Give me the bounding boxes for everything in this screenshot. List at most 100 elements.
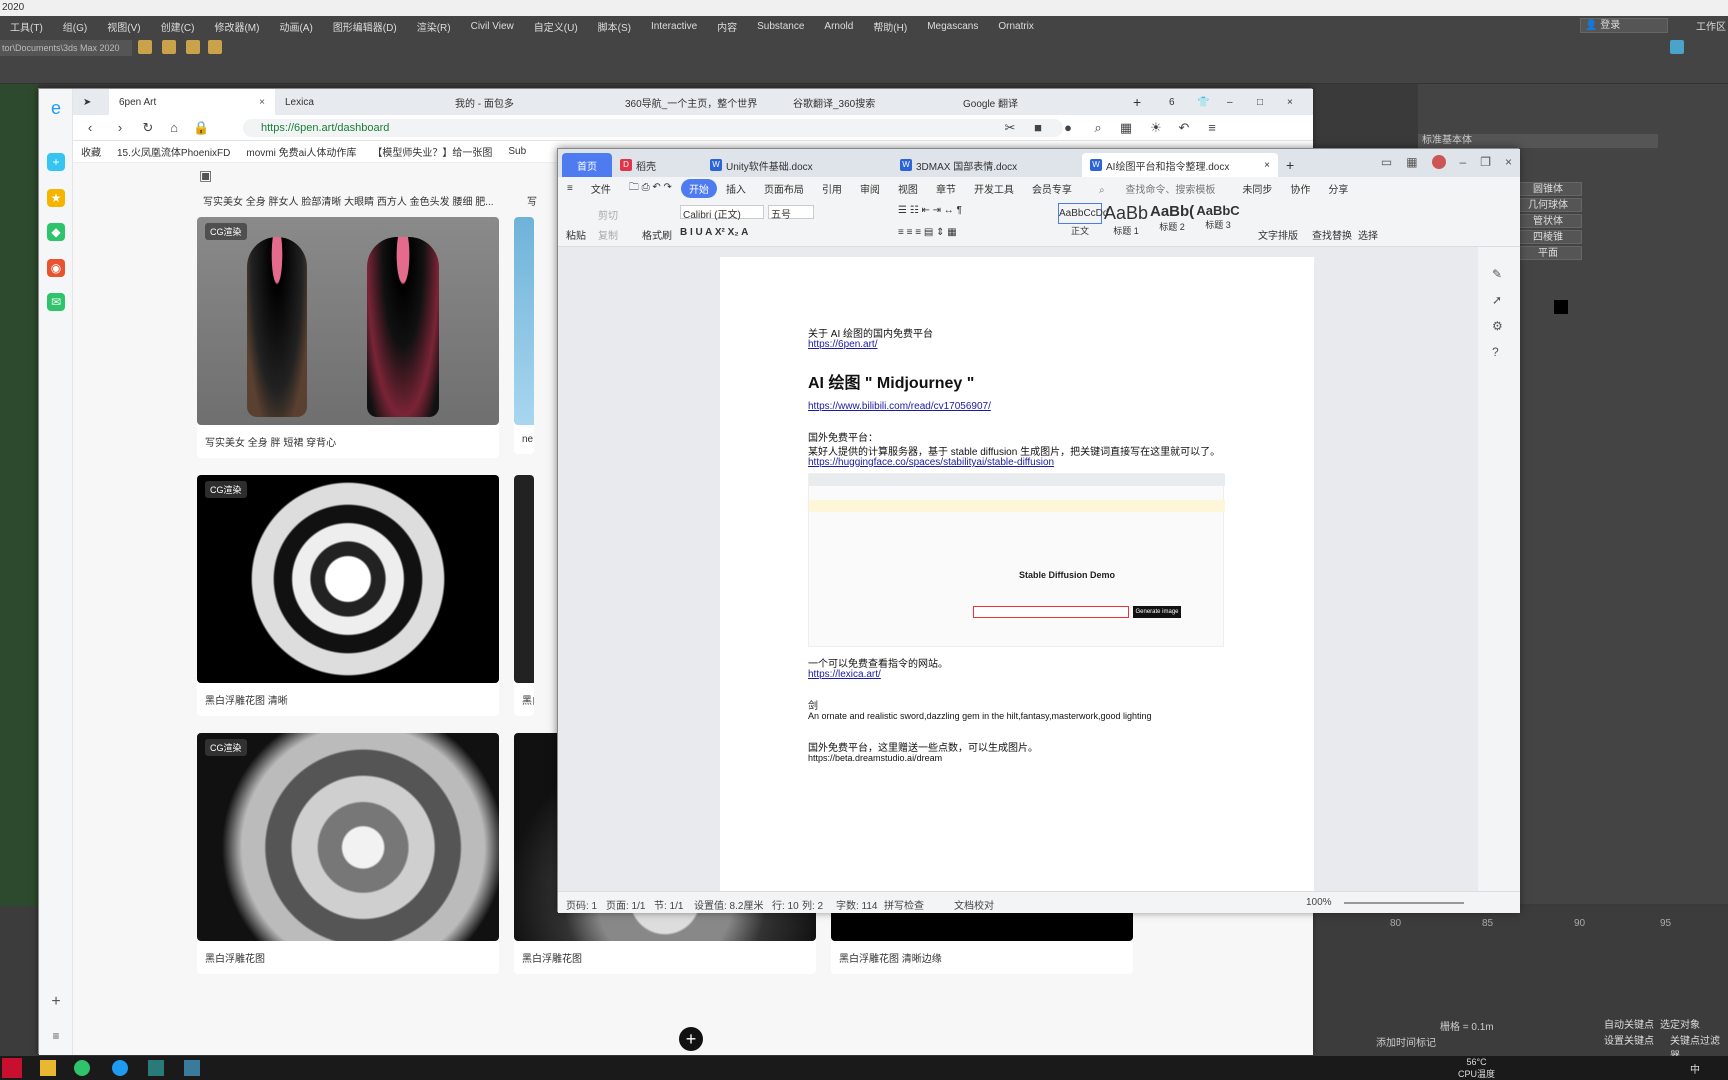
home-icon[interactable]: ⌂: [167, 121, 181, 135]
max-menu-view[interactable]: 视图(V): [97, 19, 150, 34]
style-normal[interactable]: AaBbCcDd 正文: [1058, 203, 1108, 243]
sync-status[interactable]: 未同步: [1233, 181, 1281, 196]
gallery-card[interactable]: ne: [514, 217, 534, 454]
shirt-icon[interactable]: 👕: [1187, 89, 1217, 115]
edge-icon[interactable]: [112, 1060, 128, 1076]
wps-tab-home[interactable]: 首页: [562, 153, 612, 177]
explorer-icon[interactable]: [40, 1060, 56, 1076]
help-icon[interactable]: ?: [1492, 345, 1499, 359]
menu-home[interactable]: 开始: [680, 178, 717, 198]
fav-modeler[interactable]: 【模型师失业？】给一张图: [364, 144, 500, 159]
sidebar-game-icon[interactable]: ◆: [47, 223, 65, 241]
max-menu-scripting[interactable]: 脚本(S): [588, 19, 641, 34]
menu-page-layout[interactable]: 页面布局: [755, 181, 813, 196]
max-menu-rendering[interactable]: 渲染(R): [407, 19, 461, 34]
menu-view[interactable]: 视图: [889, 181, 927, 196]
max-menu-civil-view[interactable]: Civil View: [461, 21, 524, 32]
start-icon[interactable]: [2, 1058, 22, 1078]
panel-toggle-icon[interactable]: ▣: [199, 167, 212, 184]
tab-lexica[interactable]: Lexica: [275, 89, 445, 115]
list-buttons[interactable]: ☰ ☷ ⇤ ⇥ ↔ ¶: [898, 205, 962, 216]
selected-dropdown[interactable]: 选定对象: [1660, 1016, 1700, 1031]
edit-icon[interactable]: ✎: [1492, 267, 1502, 281]
max-menu-help[interactable]: 帮助(H): [863, 19, 917, 34]
max-menu-substance[interactable]: Substance: [747, 21, 814, 32]
adjust-icon[interactable]: ⚙: [1492, 319, 1503, 333]
workspace-label[interactable]: 工作区: [1696, 18, 1726, 33]
color-swatch[interactable]: [1554, 300, 1568, 314]
max-menu-tools[interactable]: 工具(T): [0, 19, 53, 34]
sidebar-star-icon[interactable]: ★: [47, 189, 65, 207]
max-menu-interactive[interactable]: Interactive: [641, 21, 707, 32]
project-folder-icon[interactable]: [138, 40, 152, 54]
doc-link-lexica[interactable]: https://lexica.art/: [808, 669, 881, 680]
menu-insert[interactable]: 插入: [717, 181, 755, 196]
quick-tools[interactable]: 🗀 ⎙ ↶ ↷: [620, 180, 681, 197]
menu-icon[interactable]: ≡: [558, 183, 582, 194]
wps-tab-docer[interactable]: D 稻壳: [612, 153, 702, 177]
browser-nav-icon[interactable]: ➤: [73, 89, 109, 115]
login-dropdown[interactable]: 👤 登录: [1580, 18, 1668, 33]
tab-google-translate-search[interactable]: 谷歌翻译_360搜索: [783, 89, 953, 115]
wps-tab-ai[interactable]: W AI绘图平台和指令整理.docx ×: [1082, 153, 1278, 177]
wechat-icon[interactable]: [74, 1060, 90, 1076]
close-window-icon[interactable]: ×: [1505, 155, 1512, 169]
project-list-icon[interactable]: [186, 40, 200, 54]
copy-button[interactable]: 复制: [598, 227, 618, 242]
style-heading-2[interactable]: AaBb(标题 2: [1150, 203, 1194, 243]
url-input[interactable]: https://6pen.art/dashboard: [243, 119, 1063, 137]
menu-icon[interactable]: ≡: [1205, 121, 1219, 135]
max-menu-content[interactable]: 内容: [707, 19, 747, 34]
find-replace-button[interactable]: 查找替换: [1312, 227, 1352, 242]
spell-check-button[interactable]: 拼写检查: [884, 897, 924, 912]
set-key-button[interactable]: 设置关键点: [1604, 1032, 1654, 1047]
undo-icon[interactable]: ↶: [1177, 121, 1191, 135]
format-painter-button[interactable]: 格式刷: [642, 227, 672, 242]
max-menu-ornatrix[interactable]: Ornatrix: [988, 21, 1044, 32]
pyramid-button[interactable]: 四棱锥: [1514, 230, 1582, 244]
add-time-tag[interactable]: 添加时间标记: [1376, 1034, 1436, 1049]
app-icon[interactable]: [184, 1060, 200, 1076]
fav-collect[interactable]: 收藏: [73, 144, 109, 159]
project-path-dropdown[interactable]: tor\Documents\3ds Max 2020: [0, 40, 132, 56]
font-family-select[interactable]: Calibri (正文): [680, 205, 764, 221]
apps-icon[interactable]: ▦: [1406, 155, 1417, 169]
max-home-icon[interactable]: [1670, 40, 1684, 54]
tube-button[interactable]: 管状体: [1514, 214, 1582, 228]
cut-button[interactable]: 剪切: [598, 207, 618, 222]
zoom-slider[interactable]: [1344, 902, 1464, 904]
wps-tab-unity[interactable]: W Unity软件基础.docx: [702, 153, 892, 177]
ime-indicator[interactable]: 中: [1690, 1061, 1700, 1076]
minimize-icon[interactable]: –: [1217, 89, 1247, 115]
max-menu-graph-editors[interactable]: 图形编辑器(D): [323, 19, 407, 34]
sidebar-plus-icon[interactable]: +: [47, 993, 65, 1011]
max-menu-arnold[interactable]: Arnold: [814, 21, 863, 32]
align-buttons[interactable]: ≡ ≡ ≡ ▤ ⇕ ▦: [898, 227, 957, 238]
max-menu-group[interactable]: 组(G): [53, 19, 97, 34]
close-icon[interactable]: ×: [1264, 160, 1270, 171]
project-open-icon[interactable]: [162, 40, 176, 54]
gallery-card[interactable]: CG渲染 写实美女 全身 胖 短裙 穿背心: [197, 217, 499, 458]
back-icon[interactable]: ‹: [83, 121, 97, 135]
auto-key-button[interactable]: 自动关键点: [1604, 1016, 1654, 1031]
wps-new-tab-button[interactable]: +: [1278, 153, 1308, 177]
apps-grid-icon[interactable]: ▦: [1119, 121, 1133, 135]
minimize-icon[interactable]: –: [1460, 155, 1467, 169]
sidebar-add-icon[interactable]: +: [47, 153, 65, 171]
menu-references[interactable]: 引用: [813, 181, 851, 196]
max-icon[interactable]: [148, 1060, 164, 1076]
tab-google-translate[interactable]: Google 翻译: [953, 89, 1123, 115]
cone-button[interactable]: 圆锥体: [1514, 182, 1582, 196]
sidebar-menu-icon[interactable]: ≡: [47, 1027, 65, 1045]
tab-mianbaoduo[interactable]: 我的 - 面包多: [445, 89, 615, 115]
close-icon[interactable]: ×: [259, 97, 265, 108]
gallery-card[interactable]: CG渲染 黑白浮雕花图: [197, 733, 499, 974]
command-search[interactable]: ⌕ 查找命令、搜索模板: [1081, 181, 1233, 196]
max-menu-megascans[interactable]: Megascans: [917, 21, 988, 32]
doc-link-bilibili[interactable]: https://www.bilibili.com/read/cv17056907…: [808, 401, 991, 412]
scissors-icon[interactable]: ✂: [1003, 121, 1017, 135]
forward-icon[interactable]: ›: [113, 121, 127, 135]
primitive-type-dropdown[interactable]: 标准基本体: [1418, 134, 1658, 148]
max-menu-animation[interactable]: 动画(A): [269, 19, 322, 34]
document-page[interactable]: 关于 AI 绘图的国内免费平台 https://6pen.art/ AI 绘图 …: [720, 257, 1314, 897]
